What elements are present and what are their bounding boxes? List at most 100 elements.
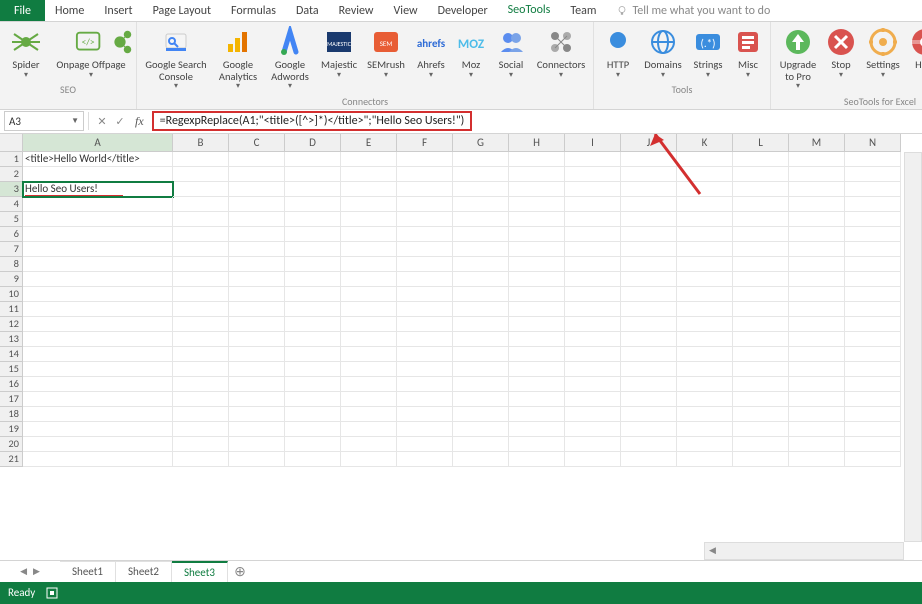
cell-G7[interactable] bbox=[453, 242, 509, 257]
cell-I15[interactable] bbox=[565, 362, 621, 377]
cell-K2[interactable] bbox=[677, 167, 733, 182]
cell-L9[interactable] bbox=[733, 272, 789, 287]
ribbon-ga-button[interactable]: Google Analytics▾ bbox=[213, 24, 263, 93]
cell-E9[interactable] bbox=[341, 272, 397, 287]
cell-H15[interactable] bbox=[509, 362, 565, 377]
cell-G13[interactable] bbox=[453, 332, 509, 347]
row-header-1[interactable]: 1 bbox=[0, 152, 23, 167]
cell-K16[interactable] bbox=[677, 377, 733, 392]
cell-B16[interactable] bbox=[173, 377, 229, 392]
spreadsheet-grid[interactable]: ABCDEFGHIJKLMN 1234567891011121314151617… bbox=[0, 134, 922, 560]
cell-C16[interactable] bbox=[229, 377, 285, 392]
cell-I8[interactable] bbox=[565, 257, 621, 272]
cell-D15[interactable] bbox=[285, 362, 341, 377]
ribbon-majestic-button[interactable]: MAJESTICMajestic▾ bbox=[317, 24, 361, 93]
cell-A4[interactable] bbox=[23, 197, 173, 212]
cell-I17[interactable] bbox=[565, 392, 621, 407]
cell-L10[interactable] bbox=[733, 287, 789, 302]
cell-L20[interactable] bbox=[733, 437, 789, 452]
tab-page-layout[interactable]: Page Layout bbox=[143, 0, 221, 21]
cell-E19[interactable] bbox=[341, 422, 397, 437]
cell-N2[interactable] bbox=[845, 167, 901, 182]
cell-E2[interactable] bbox=[341, 167, 397, 182]
row-header-14[interactable]: 14 bbox=[0, 347, 23, 362]
row-header-17[interactable]: 17 bbox=[0, 392, 23, 407]
cell-E7[interactable] bbox=[341, 242, 397, 257]
cell-B10[interactable] bbox=[173, 287, 229, 302]
cell-J6[interactable] bbox=[621, 227, 677, 242]
cell-G10[interactable] bbox=[453, 287, 509, 302]
cell-I18[interactable] bbox=[565, 407, 621, 422]
cell-N5[interactable] bbox=[845, 212, 901, 227]
ribbon-help-button[interactable]: Help▾ bbox=[907, 24, 922, 93]
cell-F16[interactable] bbox=[397, 377, 453, 392]
cell-J8[interactable] bbox=[621, 257, 677, 272]
cell-G16[interactable] bbox=[453, 377, 509, 392]
cell-L8[interactable] bbox=[733, 257, 789, 272]
cell-C20[interactable] bbox=[229, 437, 285, 452]
row-header-18[interactable]: 18 bbox=[0, 407, 23, 422]
cell-N4[interactable] bbox=[845, 197, 901, 212]
tell-me[interactable]: Tell me what you want to do bbox=[616, 0, 770, 21]
cell-H13[interactable] bbox=[509, 332, 565, 347]
cell-G5[interactable] bbox=[453, 212, 509, 227]
cell-C3[interactable] bbox=[229, 182, 285, 197]
cell-L12[interactable] bbox=[733, 317, 789, 332]
cell-G20[interactable] bbox=[453, 437, 509, 452]
cell-H21[interactable] bbox=[509, 452, 565, 467]
cell-F7[interactable] bbox=[397, 242, 453, 257]
row-header-21[interactable]: 21 bbox=[0, 452, 23, 467]
tab-team[interactable]: Team bbox=[560, 0, 606, 21]
cell-M4[interactable] bbox=[789, 197, 845, 212]
add-sheet-button[interactable]: ⊕ bbox=[228, 561, 252, 582]
cell-I12[interactable] bbox=[565, 317, 621, 332]
cell-J1[interactable] bbox=[621, 152, 677, 167]
cell-B3[interactable] bbox=[173, 182, 229, 197]
cell-M14[interactable] bbox=[789, 347, 845, 362]
cell-F13[interactable] bbox=[397, 332, 453, 347]
cell-M19[interactable] bbox=[789, 422, 845, 437]
cell-E21[interactable] bbox=[341, 452, 397, 467]
cell-B8[interactable] bbox=[173, 257, 229, 272]
cell-K11[interactable] bbox=[677, 302, 733, 317]
cell-D17[interactable] bbox=[285, 392, 341, 407]
row-header-11[interactable]: 11 bbox=[0, 302, 23, 317]
cells-area[interactable]: <title>Hello World</title>Hello Seo User… bbox=[23, 152, 922, 467]
tab-data[interactable]: Data bbox=[286, 0, 329, 21]
cell-J15[interactable] bbox=[621, 362, 677, 377]
cell-L18[interactable] bbox=[733, 407, 789, 422]
accept-formula-button[interactable]: ✓ bbox=[111, 115, 129, 128]
cell-D12[interactable] bbox=[285, 317, 341, 332]
cell-E12[interactable] bbox=[341, 317, 397, 332]
cell-N13[interactable] bbox=[845, 332, 901, 347]
cell-J16[interactable] bbox=[621, 377, 677, 392]
cell-A12[interactable] bbox=[23, 317, 173, 332]
row-header-7[interactable]: 7 bbox=[0, 242, 23, 257]
cell-I3[interactable] bbox=[565, 182, 621, 197]
cell-N17[interactable] bbox=[845, 392, 901, 407]
cell-I4[interactable] bbox=[565, 197, 621, 212]
cell-G8[interactable] bbox=[453, 257, 509, 272]
cell-B1[interactable] bbox=[173, 152, 229, 167]
cell-B20[interactable] bbox=[173, 437, 229, 452]
cell-H9[interactable] bbox=[509, 272, 565, 287]
column-header-J[interactable]: J bbox=[621, 134, 677, 152]
cell-B2[interactable] bbox=[173, 167, 229, 182]
ribbon-adwords-button[interactable]: Google Adwords▾ bbox=[265, 24, 315, 93]
cell-B17[interactable] bbox=[173, 392, 229, 407]
cell-J13[interactable] bbox=[621, 332, 677, 347]
cell-I14[interactable] bbox=[565, 347, 621, 362]
cell-F9[interactable] bbox=[397, 272, 453, 287]
cell-D10[interactable] bbox=[285, 287, 341, 302]
column-header-L[interactable]: L bbox=[733, 134, 789, 152]
cell-A14[interactable] bbox=[23, 347, 173, 362]
cell-F12[interactable] bbox=[397, 317, 453, 332]
cell-E6[interactable] bbox=[341, 227, 397, 242]
cell-M5[interactable] bbox=[789, 212, 845, 227]
tab-view[interactable]: View bbox=[384, 0, 428, 21]
cell-H7[interactable] bbox=[509, 242, 565, 257]
cell-M1[interactable] bbox=[789, 152, 845, 167]
cell-M13[interactable] bbox=[789, 332, 845, 347]
cell-L14[interactable] bbox=[733, 347, 789, 362]
cell-D7[interactable] bbox=[285, 242, 341, 257]
